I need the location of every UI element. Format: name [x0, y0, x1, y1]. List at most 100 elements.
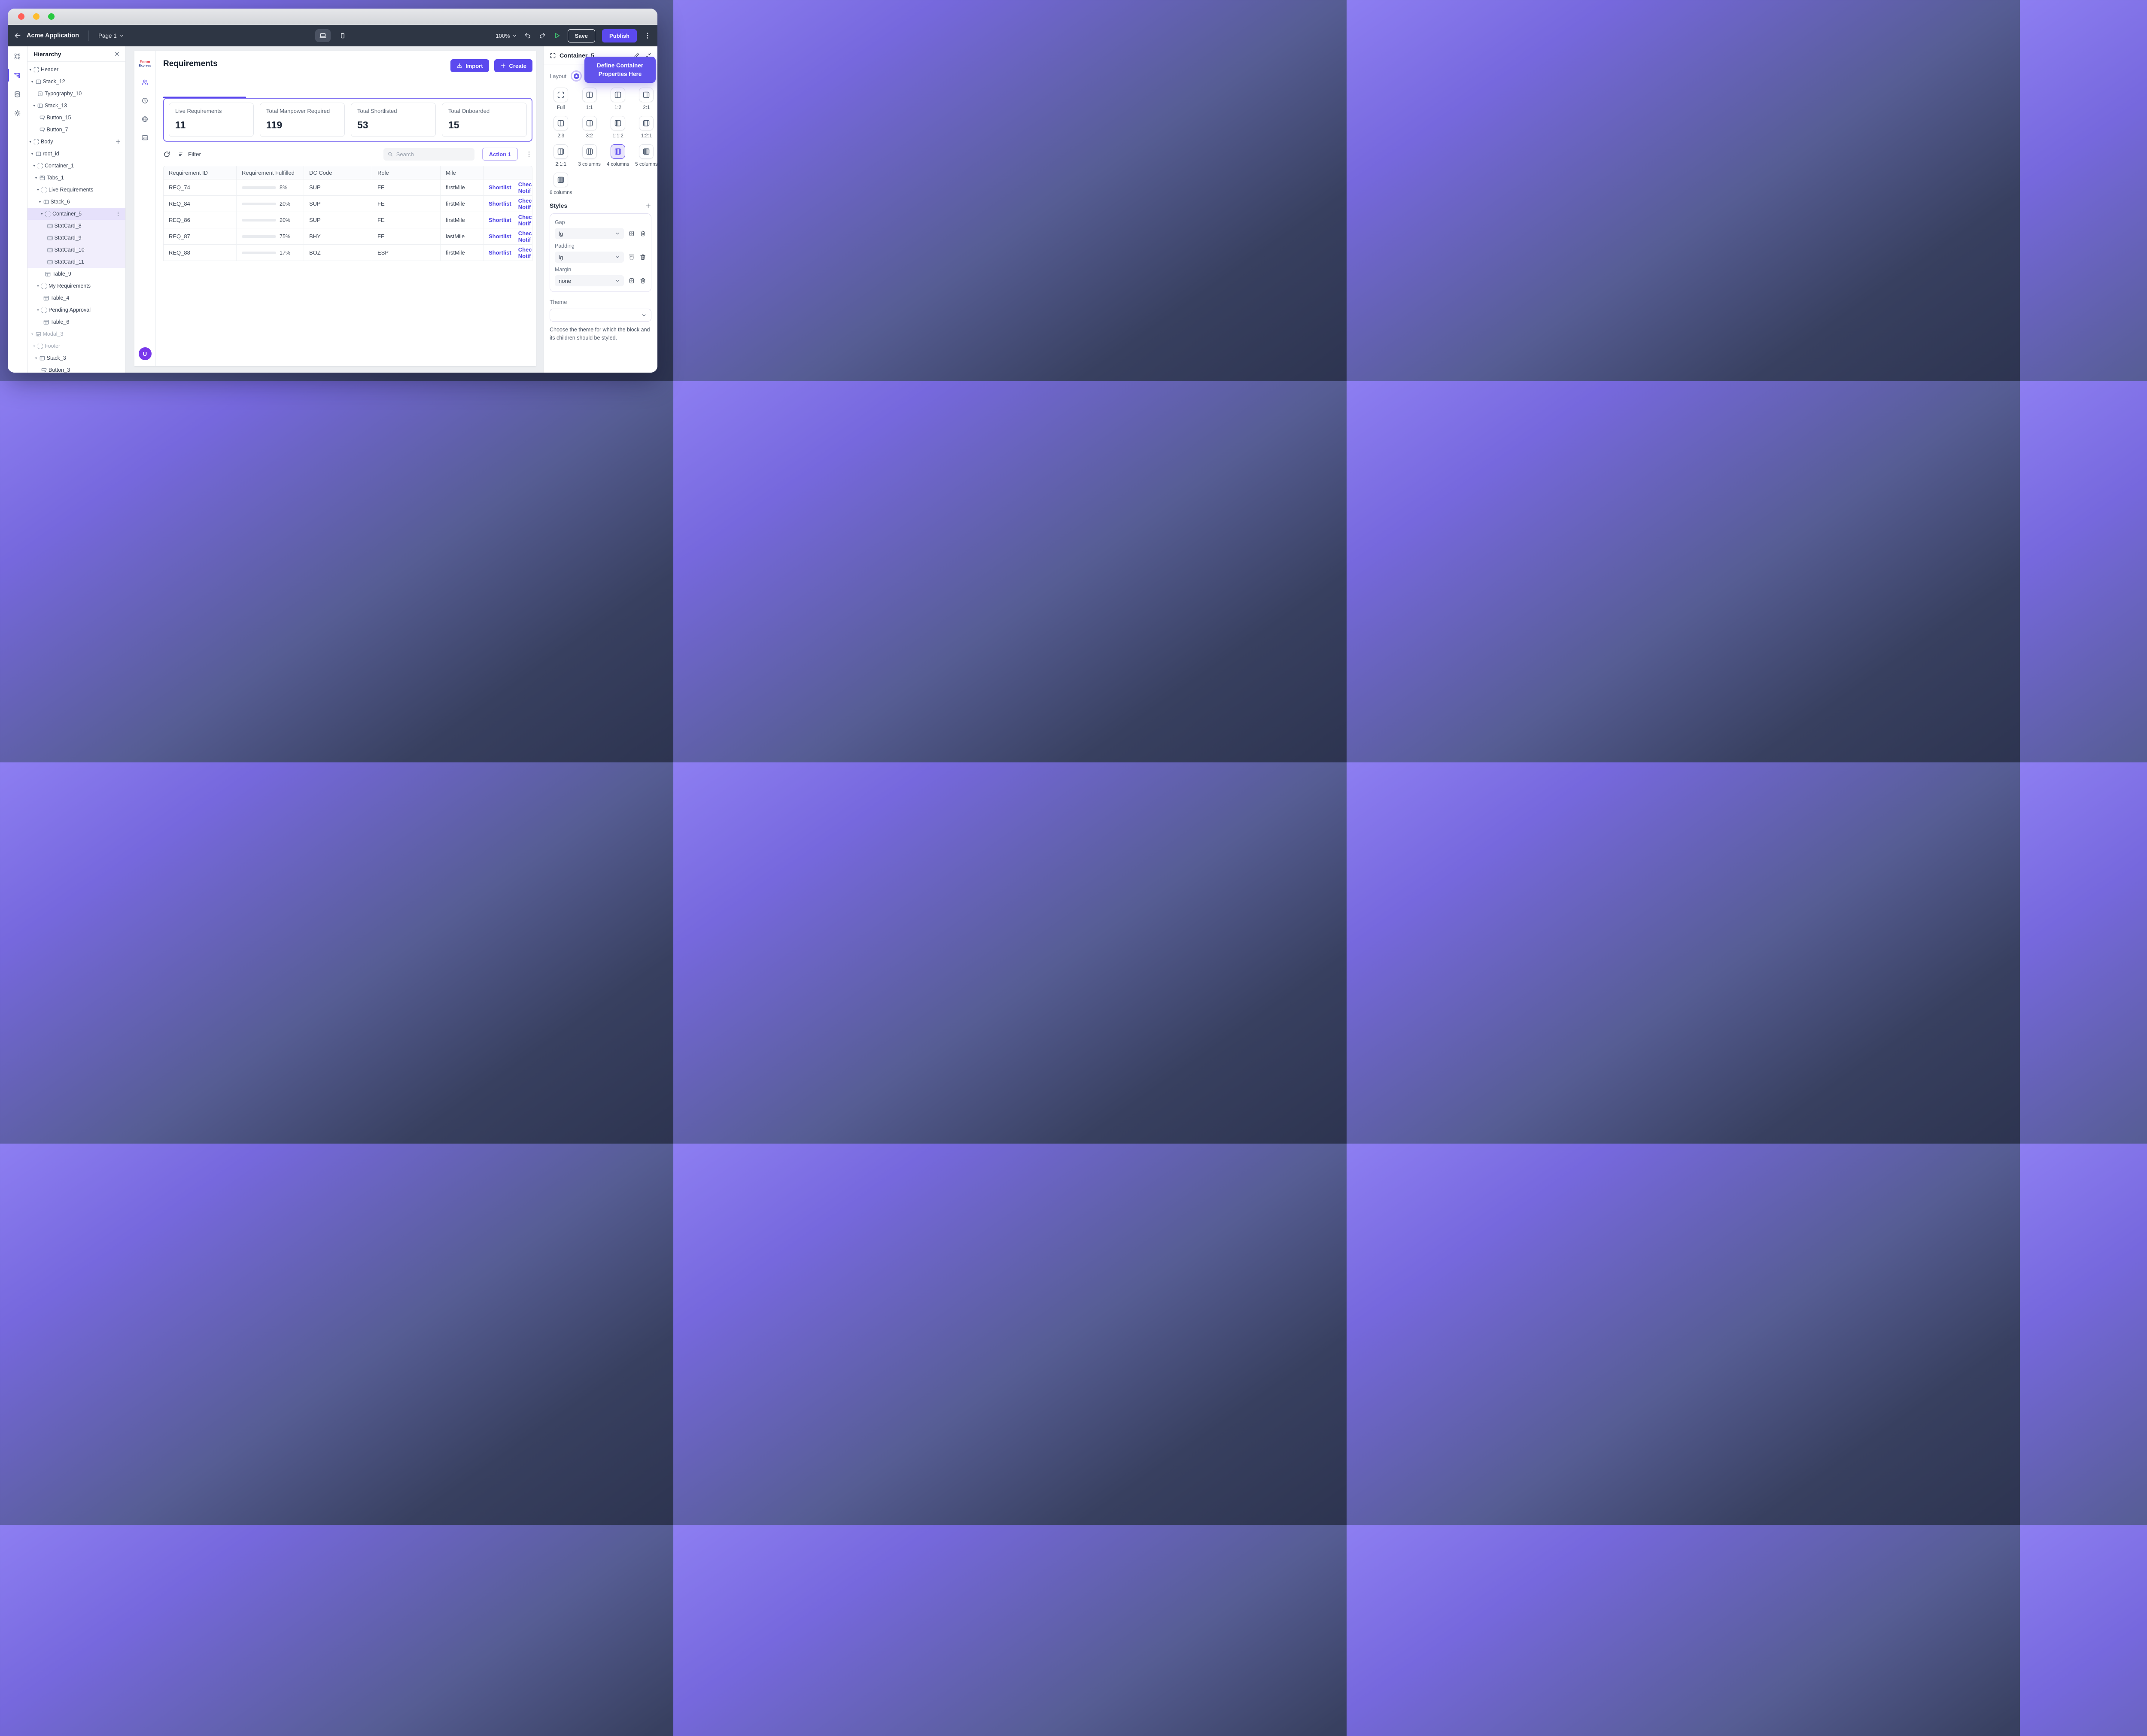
- tree-item-stack-13[interactable]: ▾Stack_13: [27, 100, 125, 112]
- back-arrow-icon[interactable]: [14, 32, 21, 39]
- table-row-req_88[interactable]: REQ_8817%BOZESPfirstMileShortlistCheck N…: [164, 245, 532, 261]
- clock-nav-icon[interactable]: [141, 97, 149, 104]
- tree-item-table-6[interactable]: Table_6: [27, 316, 125, 328]
- caret-down-icon[interactable]: ▾: [36, 308, 40, 312]
- add-style-icon[interactable]: [645, 203, 651, 209]
- tree-item-stack-12[interactable]: ▾Stack_12: [27, 76, 125, 88]
- maximize-window-button[interactable]: [48, 13, 55, 20]
- tree-item-menu-icon[interactable]: [115, 211, 121, 217]
- save-button[interactable]: Save: [568, 29, 595, 42]
- margin-delete-icon[interactable]: [639, 277, 646, 284]
- tree-item-button-3[interactable]: Button_3: [27, 364, 125, 373]
- shortlist-link[interactable]: Shortlist: [489, 217, 511, 223]
- table-row-req_74[interactable]: REQ_748%SUPFEfirstMileShortlistCheck Not…: [164, 179, 532, 196]
- add-child-icon[interactable]: [115, 139, 121, 145]
- tree-item-header[interactable]: ▾Header: [27, 64, 125, 76]
- tree-item-button-7[interactable]: Button_7: [27, 124, 125, 136]
- caret-down-icon[interactable]: ▾: [34, 176, 38, 180]
- rail-hierarchy-tool[interactable]: [8, 71, 27, 79]
- padding-side-icon[interactable]: [628, 254, 635, 261]
- caret-down-icon[interactable]: ▾: [36, 188, 40, 192]
- close-icon[interactable]: [114, 51, 120, 57]
- caret-down-icon[interactable]: ▾: [36, 284, 40, 288]
- caret-down-icon[interactable]: ▾: [28, 68, 32, 72]
- check-notif-link[interactable]: Check Notif: [518, 230, 532, 243]
- tree-item-stack-3[interactable]: ▾Stack_3: [27, 352, 125, 364]
- layout-option-2-1-1[interactable]: 2:1:1: [550, 144, 572, 167]
- tree-item-live-requirements[interactable]: ▾Live Requirements: [27, 184, 125, 196]
- layout-option-1-1-2[interactable]: 1:1:2: [607, 116, 629, 139]
- globe-nav-icon[interactable]: [141, 115, 149, 123]
- tree-item-footer[interactable]: ▾Footer: [27, 340, 125, 352]
- caret-down-icon[interactable]: ▾: [38, 200, 42, 204]
- stat-card-total-onboarded[interactable]: Total Onboarded15: [442, 103, 527, 137]
- layout-option-3-columns[interactable]: 3 columns: [578, 144, 600, 167]
- filter-button[interactable]: Filter: [178, 151, 201, 158]
- layout-option-3-2[interactable]: 3:2: [578, 116, 600, 139]
- margin-select[interactable]: none: [555, 275, 624, 286]
- tree-item-root-id[interactable]: ▾root_id: [27, 148, 125, 160]
- chart-nav-icon[interactable]: [141, 134, 149, 141]
- layout-option-1-1[interactable]: 1:1: [578, 88, 600, 110]
- caret-down-icon[interactable]: ▾: [32, 104, 36, 108]
- padding-delete-icon[interactable]: [639, 254, 646, 261]
- layout-option-5-columns[interactable]: 5 columns: [635, 144, 657, 167]
- users-nav-icon[interactable]: [141, 79, 149, 86]
- action-1-button[interactable]: Action 1: [482, 148, 518, 161]
- layout-option-2-3[interactable]: 2:3: [550, 116, 572, 139]
- layout-option-full[interactable]: Full: [550, 88, 572, 110]
- tree-item-statcard-8[interactable]: 123StatCard_8: [27, 220, 125, 232]
- rail-frame-tool[interactable]: [8, 52, 27, 60]
- column-header-dc-code[interactable]: DC Code: [304, 166, 372, 179]
- layout-option-2-1[interactable]: 2:1: [635, 88, 657, 110]
- import-button[interactable]: Import: [450, 59, 489, 72]
- tree-item-container-1[interactable]: ▾Container_1: [27, 160, 125, 172]
- minimize-window-button[interactable]: [33, 13, 40, 20]
- layout-option-1-2[interactable]: 1:2: [607, 88, 629, 110]
- caret-down-icon[interactable]: ▾: [30, 332, 34, 336]
- tree-item-statcard-9[interactable]: 123StatCard_9: [27, 232, 125, 244]
- layout-option-6-columns[interactable]: 6 columns: [550, 173, 572, 195]
- mobile-preview-button[interactable]: [335, 29, 350, 42]
- table-menu-icon[interactable]: [526, 151, 532, 158]
- more-options-icon[interactable]: [644, 32, 651, 39]
- table-row-req_86[interactable]: REQ_8620%SUPFEfirstMileShortlistCheck No…: [164, 212, 532, 228]
- gap-spacing-icon[interactable]: [628, 230, 635, 237]
- layout-option-1-2-1[interactable]: 1:2:1: [635, 116, 657, 139]
- tree-item-table-9[interactable]: Table_9: [27, 268, 125, 280]
- refresh-icon[interactable]: [163, 151, 170, 158]
- tree-item-modal-3[interactable]: ▾Modal_3: [27, 328, 125, 340]
- check-notif-link[interactable]: Check Notif: [518, 246, 532, 259]
- table-row-req_87[interactable]: REQ_8775%BHYFElastMileShortlistCheck Not…: [164, 228, 532, 245]
- caret-down-icon[interactable]: ▾: [34, 356, 38, 360]
- close-window-button[interactable]: [18, 13, 24, 20]
- tree-item-pending-approval[interactable]: ▾Pending Approval: [27, 304, 125, 316]
- column-header-role[interactable]: Role: [372, 166, 441, 179]
- layout-option-4-columns[interactable]: 4 columns: [607, 144, 629, 167]
- tree-item-stack-6[interactable]: ▾Stack_6: [27, 196, 125, 208]
- rail-data-tool[interactable]: [8, 90, 27, 98]
- theme-select[interactable]: [550, 309, 651, 322]
- selected-container-outline[interactable]: Live Requirements11Total Manpower Requir…: [163, 98, 532, 142]
- rail-settings-tool[interactable]: [8, 109, 27, 117]
- page-selector[interactable]: Page 1: [98, 33, 124, 39]
- publish-button[interactable]: Publish: [602, 29, 637, 42]
- padding-select[interactable]: lg: [555, 252, 624, 263]
- shortlist-link[interactable]: Shortlist: [489, 233, 511, 240]
- tree-item-statcard-10[interactable]: 123StatCard_10: [27, 244, 125, 256]
- zoom-selector[interactable]: 100%: [496, 33, 517, 39]
- gap-delete-icon[interactable]: [639, 230, 646, 237]
- undo-icon[interactable]: [524, 32, 532, 39]
- tree-item-button-15[interactable]: Button_15: [27, 112, 125, 124]
- shortlist-link[interactable]: Shortlist: [489, 249, 511, 256]
- create-button[interactable]: Create: [494, 59, 532, 72]
- check-notif-link[interactable]: Check Notif: [518, 181, 532, 194]
- stat-card-live-requirements[interactable]: Live Requirements11: [169, 103, 254, 137]
- stat-card-total-manpower-required[interactable]: Total Manpower Required119: [260, 103, 345, 137]
- caret-down-icon[interactable]: ▾: [28, 140, 32, 144]
- gap-select[interactable]: lg: [555, 228, 624, 239]
- redo-icon[interactable]: [538, 32, 546, 39]
- play-icon[interactable]: [553, 32, 561, 39]
- tree-item-table-4[interactable]: Table_4: [27, 292, 125, 304]
- tree-item-tabs-1[interactable]: ▾Tabs_1: [27, 172, 125, 184]
